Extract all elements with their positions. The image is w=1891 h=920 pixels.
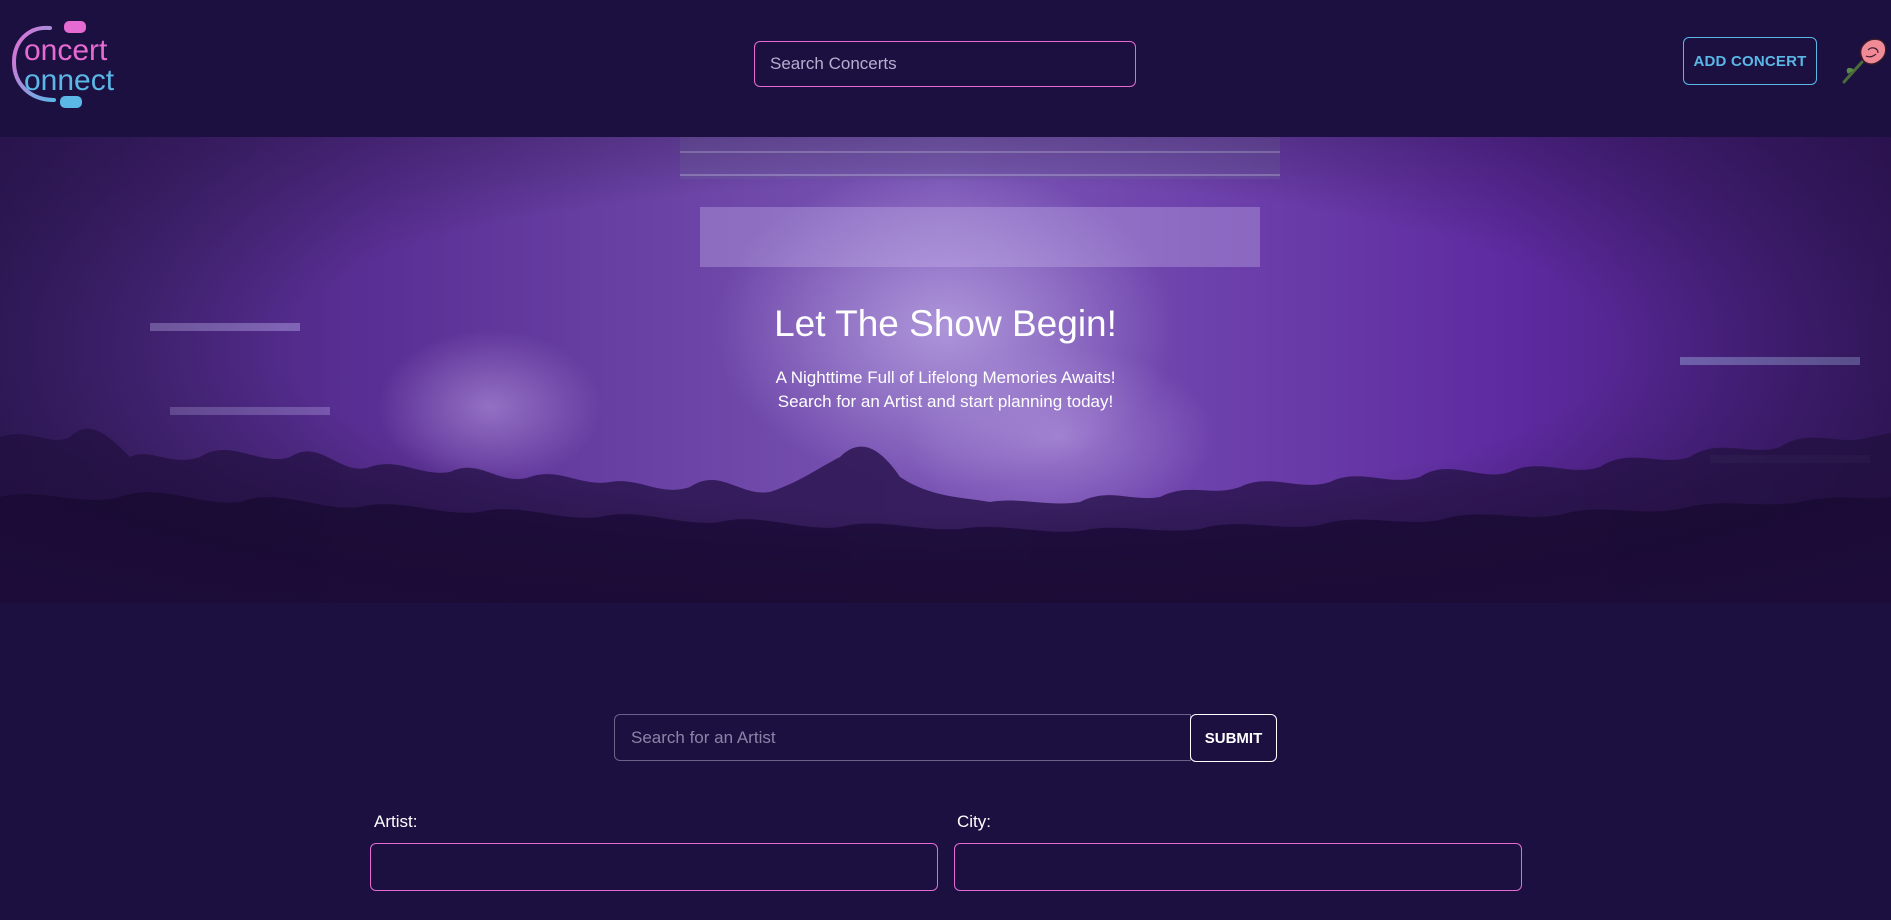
hero-subtitle-line2: Search for an Artist and start planning …: [777, 392, 1114, 411]
city-field[interactable]: [954, 843, 1522, 891]
hero-banner: Let The Show Begin! A Nighttime Full of …: [0, 137, 1891, 603]
add-concert-button[interactable]: ADD CONCERT: [1683, 37, 1817, 85]
rose-icon[interactable]: [1840, 34, 1888, 84]
navbar: oncert onnect ADD CONCERT: [0, 0, 1891, 137]
artist-label: Artist:: [374, 812, 418, 831]
city-label: City:: [957, 812, 991, 831]
artist-search-input[interactable]: [614, 714, 1191, 761]
concert-connect-logo[interactable]: oncert onnect: [10, 20, 125, 112]
concert-search-input[interactable]: [754, 41, 1136, 87]
logo-text-line2: onnect: [24, 64, 115, 97]
hero-title: Let The Show Begin!: [774, 303, 1117, 344]
submit-button[interactable]: SUBMIT: [1190, 714, 1277, 762]
artist-field[interactable]: [370, 843, 938, 891]
hero-subtitle-line1: A Nighttime Full of Lifelong Memories Aw…: [775, 368, 1116, 387]
logo-text-line1: oncert: [24, 34, 108, 67]
